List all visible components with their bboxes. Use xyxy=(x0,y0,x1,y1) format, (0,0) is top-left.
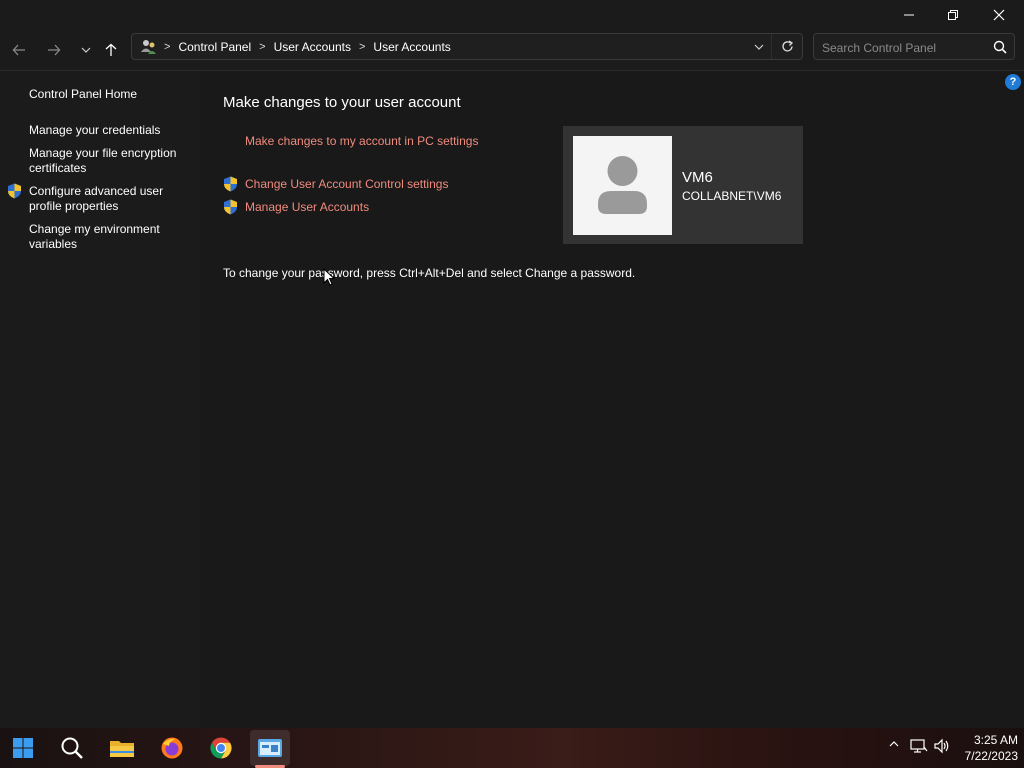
arrow-left-icon xyxy=(12,44,25,56)
uac-shield-icon xyxy=(8,183,21,199)
account-domain: COLLABNET\VM6 xyxy=(682,189,782,203)
search-box[interactable] xyxy=(813,33,1015,61)
sidebar-item-file-encryption[interactable]: Manage your file encryption certificates xyxy=(29,146,194,176)
uac-shield-icon xyxy=(224,199,237,215)
navigation-bar: > Control Panel > User Accounts > User A… xyxy=(0,30,1024,71)
close-button[interactable] xyxy=(976,0,1022,30)
breadcrumb-user-accounts-current[interactable]: User Accounts xyxy=(373,40,450,54)
left-pane: Control Panel Home Manage your credentia… xyxy=(0,71,200,728)
breadcrumb-user-accounts[interactable]: User Accounts xyxy=(274,40,351,54)
clock-date: 7/22/2023 xyxy=(964,749,1018,763)
uac-settings-link[interactable]: Change User Account Control settings xyxy=(245,177,448,191)
sidebar-item-manage-credentials[interactable]: Manage your credentials xyxy=(29,123,194,138)
uac-shield-icon xyxy=(224,176,237,192)
up-button[interactable] xyxy=(98,37,124,63)
address-bar[interactable]: > Control Panel > User Accounts > User A… xyxy=(131,33,803,60)
chevron-up-icon[interactable] xyxy=(888,738,900,750)
taskbar-firefox[interactable] xyxy=(152,730,192,766)
chevron-down-icon xyxy=(81,47,91,53)
volume-icon[interactable] xyxy=(933,738,951,754)
taskbar-control-panel[interactable] xyxy=(250,730,290,766)
chevron-down-icon xyxy=(754,44,764,50)
search-icon[interactable] xyxy=(993,40,1007,54)
firefox-icon xyxy=(161,737,183,759)
forward-button[interactable] xyxy=(41,37,67,63)
account-name: VM6 xyxy=(682,169,713,186)
mouse-cursor-icon xyxy=(323,268,335,286)
title-bar xyxy=(0,0,1024,30)
avatar xyxy=(573,136,672,235)
sidebar-item-control-panel-home[interactable]: Control Panel Home xyxy=(29,87,194,102)
breadcrumb-separator: > xyxy=(358,40,366,53)
page-title: Make changes to your user account xyxy=(223,94,461,111)
address-dropdown-button[interactable] xyxy=(747,41,771,53)
refresh-button[interactable] xyxy=(771,34,802,59)
sidebar-item-advanced-profile[interactable]: Configure advanced user profile properti… xyxy=(29,184,194,214)
refresh-icon xyxy=(781,40,793,52)
minimize-button[interactable] xyxy=(886,0,932,30)
back-button[interactable] xyxy=(6,37,32,63)
system-clock[interactable]: 3:25 AM 7/22/2023 xyxy=(958,732,1018,764)
main-content: ? Make changes to your user account Make… xyxy=(200,71,1024,728)
file-explorer-icon xyxy=(110,741,134,757)
taskbar-chrome[interactable] xyxy=(201,730,241,766)
pc-settings-link[interactable]: Make changes to my account in PC setting… xyxy=(245,134,478,148)
manage-user-accounts-link[interactable]: Manage User Accounts xyxy=(245,200,369,214)
start-icon xyxy=(13,738,33,758)
taskbar-file-explorer[interactable] xyxy=(102,730,142,766)
search-input[interactable] xyxy=(814,34,996,61)
password-note: To change your password, press Ctrl+Alt+… xyxy=(223,266,636,280)
search-icon xyxy=(61,737,83,759)
recent-locations-button[interactable] xyxy=(73,37,99,63)
arrow-up-icon xyxy=(105,43,117,56)
close-icon xyxy=(993,9,1005,21)
chrome-icon xyxy=(210,737,232,759)
taskbar: 3:25 AM 7/22/2023 xyxy=(0,728,1024,768)
taskbar-search-button[interactable] xyxy=(52,730,92,766)
restore-icon xyxy=(948,10,958,20)
arrow-right-icon xyxy=(48,44,61,56)
restore-button[interactable] xyxy=(930,0,976,30)
account-card: VM6 COLLABNET\VM6 xyxy=(563,126,803,244)
breadcrumb-separator: > xyxy=(164,40,171,53)
network-icon[interactable] xyxy=(910,738,928,754)
start-button[interactable] xyxy=(3,730,43,766)
control-panel-icon xyxy=(258,739,282,757)
help-icon[interactable]: ? xyxy=(1005,74,1021,90)
sidebar-item-environment-variables[interactable]: Change my environment variables xyxy=(29,222,194,252)
clock-time: 3:25 AM xyxy=(973,733,1018,747)
breadcrumb-control-panel[interactable]: Control Panel xyxy=(178,40,251,54)
user-accounts-icon xyxy=(141,39,156,54)
minimize-icon xyxy=(904,14,914,16)
user-avatar-icon xyxy=(598,156,647,214)
breadcrumb-separator: > xyxy=(259,40,266,53)
